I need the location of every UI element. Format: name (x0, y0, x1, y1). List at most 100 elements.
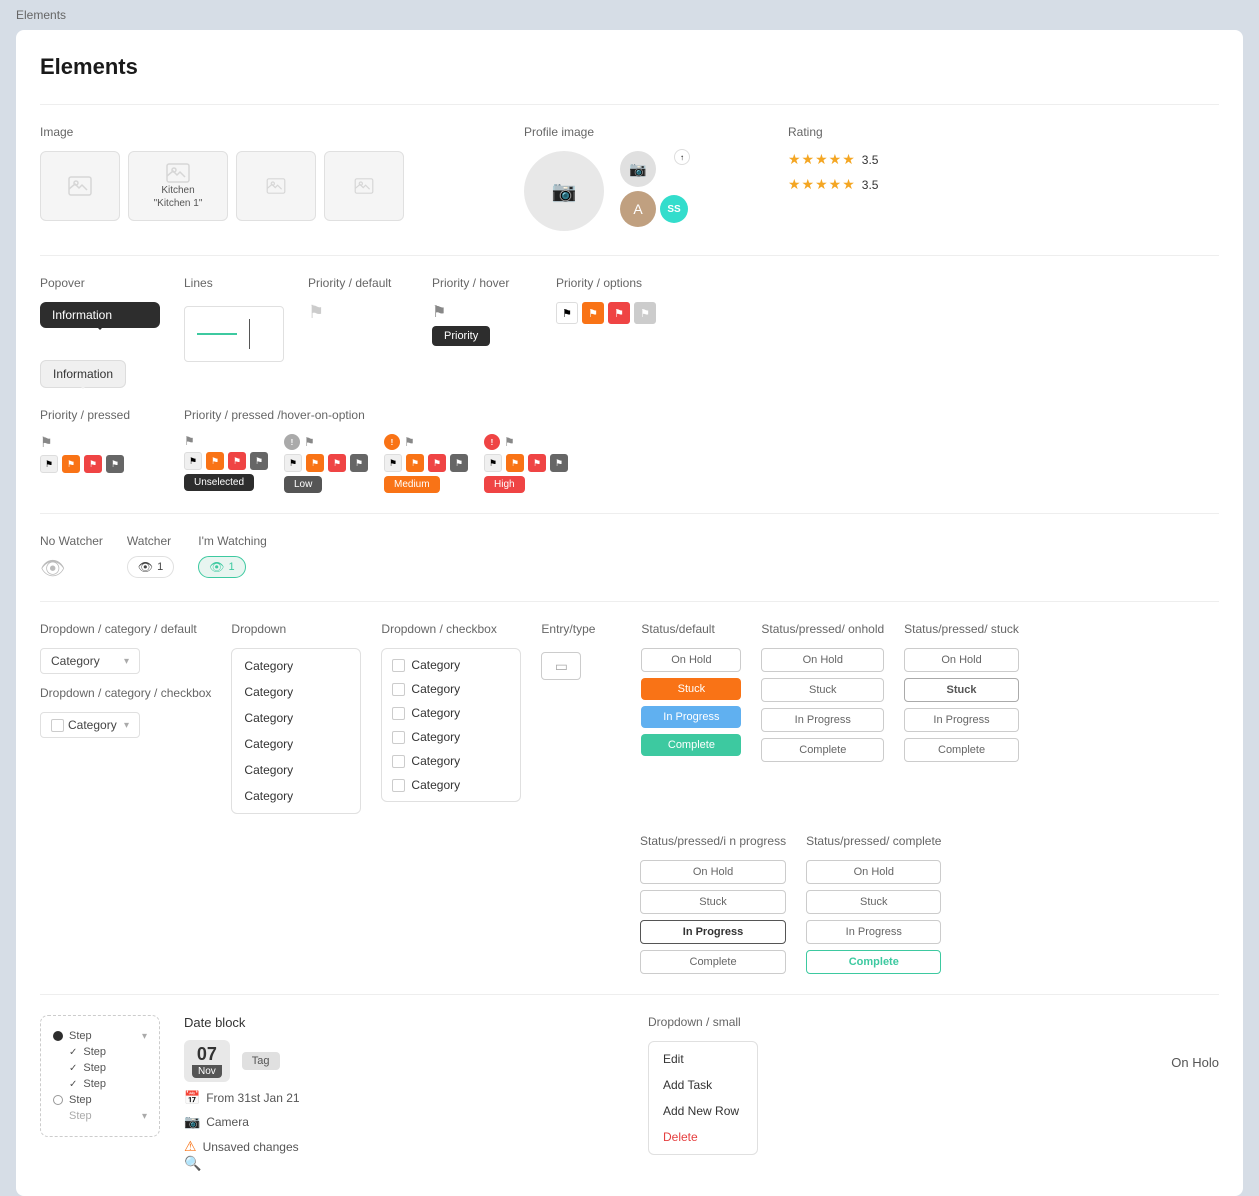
dd-small-item-2[interactable]: Add New Row (649, 1098, 757, 1124)
profile-circle-empty[interactable]: 📷 (524, 151, 604, 231)
p-medium-o4[interactable]: ⚑ (450, 454, 468, 472)
p-unsel-o3[interactable]: ⚑ (228, 452, 246, 470)
upload-icon: ↑ (674, 149, 690, 165)
status-onhold-btn[interactable]: On Hold (641, 648, 741, 672)
status-stuck-btn[interactable]: Stuck (641, 678, 741, 700)
p-medium-o2[interactable]: ⚑ (406, 454, 424, 472)
dd-small-item-1[interactable]: Add Task (649, 1072, 757, 1098)
dd-cb-item-3[interactable]: Category (382, 725, 520, 749)
dd-small-item-3[interactable]: Delete (649, 1124, 757, 1150)
status-po-onhold[interactable]: On Hold (761, 648, 884, 672)
image-thumb-3[interactable] (236, 151, 316, 221)
p-low-btn[interactable]: Low (284, 476, 322, 493)
p-high-btn[interactable]: High (484, 476, 525, 493)
watching-badge[interactable]: 👁 1 (198, 556, 245, 578)
p-high-o2[interactable]: ⚑ (506, 454, 524, 472)
p-low-o4[interactable]: ⚑ (350, 454, 368, 472)
dropdown-cb-box[interactable] (51, 719, 64, 732)
dd-cb-box-5[interactable] (392, 779, 405, 792)
dropdown-item-4[interactable]: Category (232, 757, 360, 783)
status-pip-stuck[interactable]: Stuck (640, 890, 786, 914)
p-low-o2[interactable]: ⚑ (306, 454, 324, 472)
status-pc-complete[interactable]: Complete (806, 950, 941, 974)
dd-cb-item-4[interactable]: Category (382, 749, 520, 773)
status-pip-inprogress[interactable]: In Progress (640, 920, 786, 944)
dd-cb-box-0[interactable] (392, 659, 405, 672)
status-pc-onhold[interactable]: On Hold (806, 860, 941, 884)
p-low-o3[interactable]: ⚑ (328, 454, 346, 472)
p-medium-btn[interactable]: Medium (384, 476, 440, 493)
tag-chip: Tag (242, 1052, 280, 1070)
dropdown-checkbox-list: Category Category Category Category Cate… (381, 648, 521, 802)
status-complete-btn[interactable]: Complete (641, 734, 741, 756)
status-ps-onhold[interactable]: On Hold (904, 648, 1019, 672)
priority-opt-high[interactable]: ⚑ (608, 302, 630, 324)
p-unsel-o4[interactable]: ⚑ (250, 452, 268, 470)
status-pc-inprogress[interactable]: In Progress (806, 920, 941, 944)
dd-cb-box-1[interactable] (392, 683, 405, 696)
dropdown-item-2[interactable]: Category (232, 705, 360, 731)
p-high-o1[interactable]: ⚑ (484, 454, 502, 472)
dd-cb-box-3[interactable] (392, 731, 405, 744)
dropdown-item-3[interactable]: Category (232, 731, 360, 757)
p-unsel-o2[interactable]: ⚑ (206, 452, 224, 470)
status-inprogress-btn[interactable]: In Progress (641, 706, 741, 728)
image-thumb-4[interactable] (324, 151, 404, 221)
status-ps-complete[interactable]: Complete (904, 738, 1019, 762)
dd-cb-text-5: Category (411, 778, 460, 792)
p-low-opts: ⚑ ⚑ ⚑ ⚑ (284, 454, 368, 472)
p-sm-3[interactable]: ⚑ (84, 455, 102, 473)
dropdown-cat-cb-input[interactable]: Category ▾ (40, 712, 140, 738)
status-ps-inprogress[interactable]: In Progress (904, 708, 1019, 732)
priority-opt-medium[interactable]: ⚑ (582, 302, 604, 324)
p-low-flag: ⚑ (304, 435, 315, 449)
status-ps-stuck[interactable]: Stuck (904, 678, 1019, 702)
dropdown-cat-input[interactable]: Category ▾ (40, 648, 140, 674)
kitchen-label: Kitchen (161, 185, 194, 196)
dd-cb-box-4[interactable] (392, 755, 405, 768)
priority-pressed-hover-section: Priority / pressed /hover-on-option ⚑ ⚑ … (184, 408, 1219, 493)
profile-upload-area[interactable]: 📷 (620, 151, 656, 187)
dd-cb-item-1[interactable]: Category (382, 677, 520, 701)
p-medium-o1[interactable]: ⚑ (384, 454, 402, 472)
p-unsel-btn[interactable]: Unselected (184, 474, 254, 491)
status-po-complete[interactable]: Complete (761, 738, 884, 762)
p-sm-1[interactable]: ⚑ (40, 455, 58, 473)
dd-cb-text-3: Category (411, 730, 460, 744)
status-pip-onhold[interactable]: On Hold (640, 860, 786, 884)
image-thumb-kitchen[interactable]: Kitchen "Kitchen 1" (128, 151, 228, 221)
priority-opt-default[interactable]: ⚑ (556, 302, 578, 324)
p-high-o3[interactable]: ⚑ (528, 454, 546, 472)
dd-cb-box-2[interactable] (392, 707, 405, 720)
camera-icon: 📷 (552, 179, 577, 204)
image-thumb-blank[interactable] (40, 151, 120, 221)
dd-cb-item-0[interactable]: Category (382, 653, 520, 677)
dd-cb-item-2[interactable]: Category (382, 701, 520, 725)
p-sm-4[interactable]: ⚑ (106, 455, 124, 473)
dd-cb-item-5[interactable]: Category (382, 773, 520, 797)
status-pc-stuck[interactable]: Stuck (806, 890, 941, 914)
p-unsel-o1[interactable]: ⚑ (184, 452, 202, 470)
p-sm-2[interactable]: ⚑ (62, 455, 80, 473)
dropdown-small-label: Dropdown / small (648, 1015, 758, 1029)
step-item-0: Step ▾ (53, 1028, 147, 1044)
watcher-badge[interactable]: 👁 1 (127, 556, 174, 578)
status-default-section: Status/default On Hold Stuck In Progress… (641, 622, 741, 756)
status-pip-complete[interactable]: Complete (640, 950, 786, 974)
p-low-o1[interactable]: ⚑ (284, 454, 302, 472)
p-medium-o3[interactable]: ⚑ (428, 454, 446, 472)
status-po-stuck[interactable]: Stuck (761, 678, 884, 702)
priority-opt-low[interactable]: ⚑ (634, 302, 656, 324)
dropdown-item-1[interactable]: Category (232, 679, 360, 705)
status-po-inprogress[interactable]: In Progress (761, 708, 884, 732)
from-date-row: 📅 From 31st Jan 21 (184, 1090, 584, 1106)
dropdown-item-0[interactable]: Category (232, 653, 360, 679)
priority-hover-btn[interactable]: Priority (432, 326, 490, 346)
dropdown-item-5[interactable]: Category (232, 783, 360, 809)
p-high-o4[interactable]: ⚑ (550, 454, 568, 472)
priority-pressed-section: Priority / pressed ⚑ ⚑ ⚑ ⚑ ⚑ (40, 408, 160, 473)
rating-row-2: ★★★★★ 3.5 (788, 176, 878, 193)
rating-label: Rating (788, 125, 878, 139)
dd-small-item-0[interactable]: Edit (649, 1046, 757, 1072)
dropdown-cat-label: Dropdown / category / default (40, 622, 211, 636)
